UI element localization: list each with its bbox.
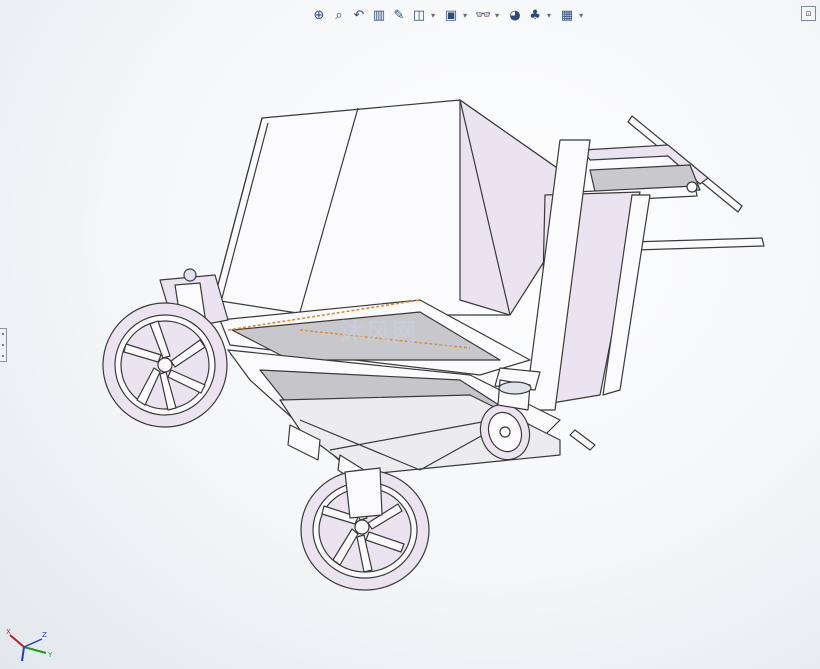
triad-z-label: Z	[42, 631, 47, 639]
triad-x-label: X	[6, 628, 11, 636]
triad-y-label: Y	[47, 651, 53, 659]
cart-wheel-bottom[interactable]	[300, 467, 430, 591]
watermark-url: www.mfcad.com	[395, 342, 453, 350]
reference-triad: X Y Z	[6, 628, 53, 662]
